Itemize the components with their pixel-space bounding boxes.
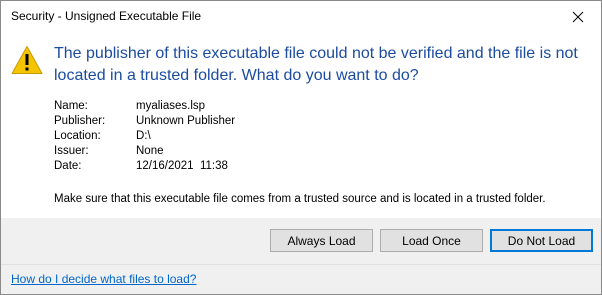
trust-note: Make sure that this executable file come… (54, 193, 546, 205)
window-title: Security - Unsigned Executable File (11, 9, 202, 23)
detail-key: Name: (54, 100, 88, 112)
dialog-content: The publisher of this executable file co… (1, 32, 601, 221)
detail-value: Unknown Publisher (136, 115, 236, 127)
title-bar: Security - Unsigned Executable File (1, 1, 601, 32)
detail-row-date: Date: 12/16/2021 11:38 (54, 159, 235, 174)
detail-key: Location: (54, 130, 101, 142)
detail-key: Publisher: (54, 115, 106, 127)
load-once-button[interactable]: Load Once (380, 229, 483, 252)
do-not-load-button[interactable]: Do Not Load (490, 229, 593, 252)
detail-key: Issuer: (54, 145, 89, 157)
detail-row-publisher: Publisher: Unknown Publisher (54, 114, 235, 129)
detail-row-name: Name: myaliases.lsp (54, 99, 235, 114)
help-link[interactable]: How do I decide what files to load? (11, 272, 196, 286)
file-details: Name: myaliases.lsp Publisher: Unknown P… (54, 99, 235, 174)
always-load-button[interactable]: Always Load (270, 229, 373, 252)
close-icon (572, 11, 584, 22)
detail-value: None (136, 145, 164, 157)
detail-row-issuer: Issuer: None (54, 144, 235, 159)
dialog-window: Security - Unsigned Executable File The … (0, 0, 602, 295)
detail-value: 12/16/2021 11:38 (136, 160, 228, 172)
detail-row-location: Location: D:\ (54, 129, 235, 144)
detail-key: Date: (54, 160, 82, 172)
button-bar: Always Load Load Once Do Not Load (1, 218, 601, 264)
footer: How do I decide what files to load? (1, 264, 601, 294)
detail-value: D:\ (136, 130, 151, 142)
warning-icon (11, 46, 43, 74)
detail-value: myaliases.lsp (136, 100, 206, 112)
main-instruction: The publisher of this executable file co… (54, 45, 578, 84)
close-button[interactable] (555, 1, 601, 32)
